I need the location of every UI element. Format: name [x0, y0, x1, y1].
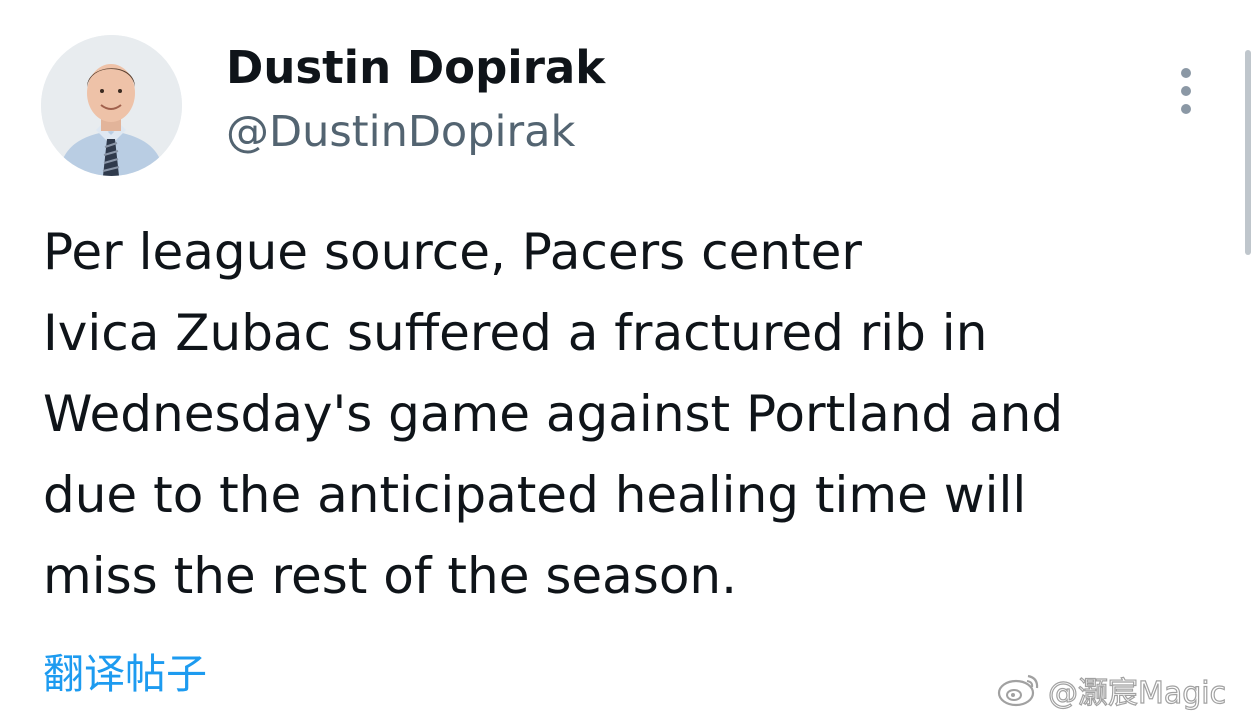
user-handle[interactable]: @DustinDopirak	[226, 103, 575, 161]
scrollbar[interactable]	[1245, 50, 1251, 255]
translate-post-link[interactable]: 翻译帖子	[43, 644, 207, 704]
watermark-text: @灏宸Magic	[1047, 675, 1227, 711]
tweet-text-line: Per league source, Pacers center	[43, 223, 862, 281]
tweet-text-line: miss the rest of the season.	[43, 547, 738, 605]
tweet-text-line: due to the anticipated healing time will	[43, 466, 1027, 524]
weibo-icon	[996, 668, 1042, 712]
avatar[interactable]	[41, 35, 182, 176]
watermark: @灏宸Magic	[996, 665, 1227, 715]
display-name[interactable]: Dustin Dopirak	[226, 38, 605, 98]
more-options-button[interactable]	[1166, 64, 1206, 118]
tweet-text-line: Wednesday's game against Portland and	[43, 385, 1064, 443]
avatar-photo	[41, 35, 182, 176]
tweet-text-line: Ivica Zubac suffered a fractured rib in	[43, 304, 988, 362]
tweet-text: Per league source, Pacers center Ivica Z…	[43, 212, 1228, 617]
